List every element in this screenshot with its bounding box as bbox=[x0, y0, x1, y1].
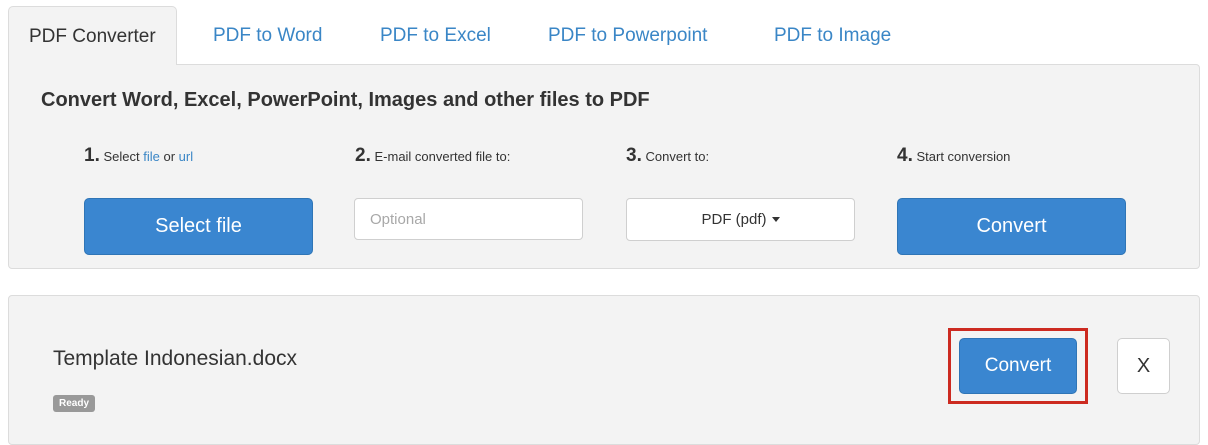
format-select-value: PDF (pdf) bbox=[701, 211, 767, 228]
step-label: Select bbox=[103, 149, 144, 164]
remove-file-button[interactable]: X bbox=[1117, 338, 1170, 394]
step-label: Convert to: bbox=[645, 149, 710, 164]
convert-button[interactable]: Convert bbox=[897, 198, 1126, 255]
url-link[interactable]: url bbox=[179, 149, 193, 164]
tab-pdf-to-powerpoint[interactable]: PDF to Powerpoint bbox=[548, 6, 707, 64]
file-link[interactable]: file bbox=[143, 149, 160, 164]
step-number: 2. bbox=[355, 145, 371, 166]
tab-pdf-to-image[interactable]: PDF to Image bbox=[774, 6, 891, 64]
step-label-or: or bbox=[159, 149, 179, 164]
step-select-file: 1. Select file or url bbox=[84, 145, 193, 167]
step-number: 4. bbox=[897, 145, 913, 166]
step-convert-to: 3. Convert to: bbox=[626, 145, 709, 167]
status-badge: Ready bbox=[53, 395, 96, 412]
tab-bar: PDF Converter PDF to Word PDF to Excel P… bbox=[8, 6, 1200, 65]
select-file-button[interactable]: Select file bbox=[84, 198, 313, 255]
file-convert-button[interactable]: Convert bbox=[959, 338, 1077, 394]
step-number: 1. bbox=[84, 145, 100, 166]
tab-pdf-to-word[interactable]: PDF to Word bbox=[213, 6, 322, 64]
converter-panel: Convert Word, Excel, PowerPoint, Images … bbox=[8, 64, 1200, 269]
file-row: Template Indonesian.docx Ready Convert X bbox=[8, 295, 1200, 445]
file-name: Template Indonesian.docx bbox=[53, 347, 297, 370]
format-select[interactable]: PDF (pdf) bbox=[626, 198, 855, 241]
step-number: 3. bbox=[626, 145, 642, 166]
caret-down-icon bbox=[771, 217, 780, 222]
panel-title: Convert Word, Excel, PowerPoint, Images … bbox=[41, 89, 650, 111]
step-label: Start conversion bbox=[916, 149, 1011, 164]
step-start-conversion: 4. Start conversion bbox=[897, 145, 1010, 167]
email-field[interactable] bbox=[354, 198, 583, 240]
tab-pdf-to-excel[interactable]: PDF to Excel bbox=[380, 6, 491, 64]
step-label: E-mail converted file to: bbox=[374, 149, 511, 164]
step-email: 2. E-mail converted file to: bbox=[355, 145, 510, 167]
tab-pdf-converter[interactable]: PDF Converter bbox=[8, 6, 177, 65]
